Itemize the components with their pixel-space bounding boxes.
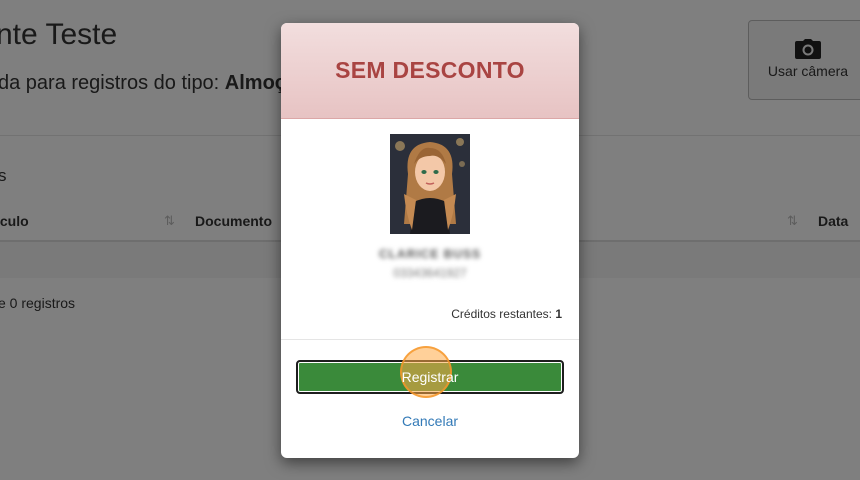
- credits-remaining: Créditos restantes: 1: [451, 307, 562, 321]
- modal-header: SEM DESCONTO: [281, 23, 579, 119]
- credits-label: Créditos restantes:: [451, 307, 552, 321]
- modal-footer-divider: [281, 339, 579, 340]
- modal-title: SEM DESCONTO: [335, 57, 525, 83]
- register-button-label: Registrar: [401, 369, 459, 385]
- person-photo: [390, 134, 470, 234]
- register-modal: SEM DESCONTO CLARICE BUSS 03343641927 Cr…: [281, 23, 579, 458]
- credits-value: 1: [555, 307, 562, 321]
- cancel-link[interactable]: Cancelar: [281, 413, 579, 429]
- person-name: CLARICE BUSS: [378, 247, 481, 261]
- person-document: 03343641927: [393, 266, 467, 280]
